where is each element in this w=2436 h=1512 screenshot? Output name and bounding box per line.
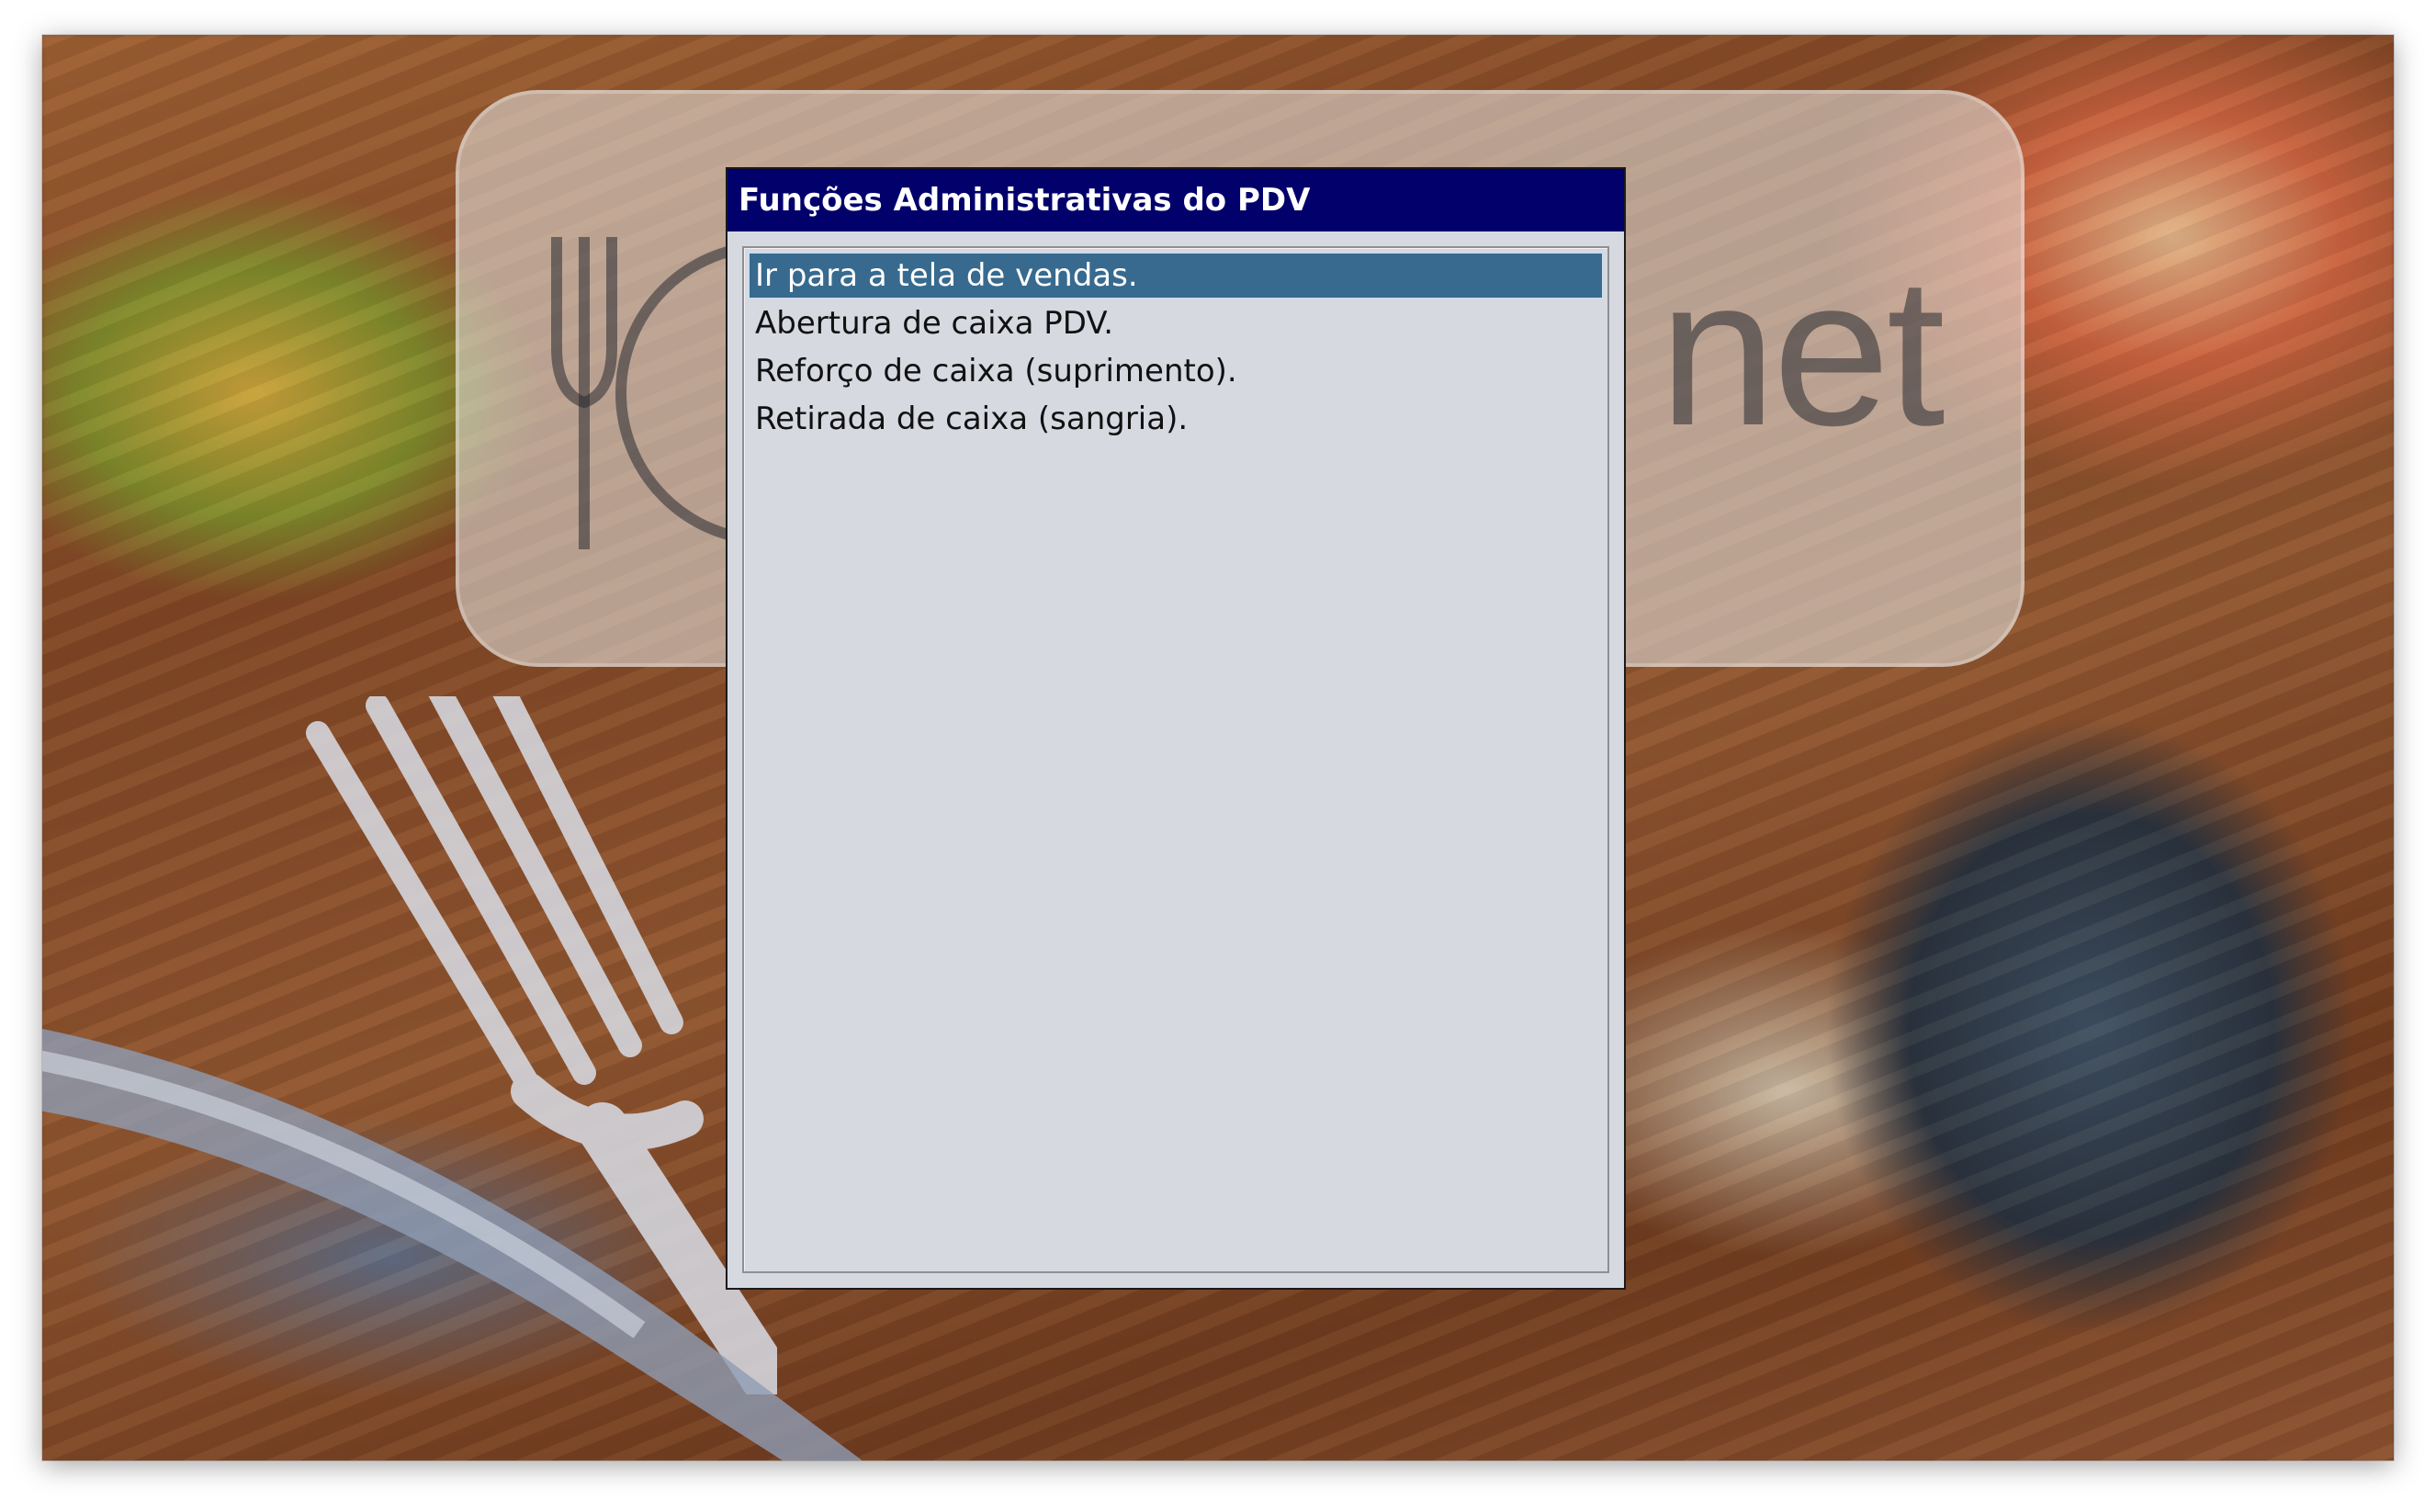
admin-functions-dialog: Funções Administrativas do PDV Ir para a…	[726, 167, 1626, 1290]
menu-item-open-cashier[interactable]: Abertura de caixa PDV.	[748, 299, 1604, 347]
options-list[interactable]: Ir para a tela de vendas. Abertura de ca…	[742, 246, 1609, 1273]
dialog-title: Funções Administrativas do PDV	[727, 169, 1624, 231]
menu-item-go-to-sales[interactable]: Ir para a tela de vendas.	[748, 252, 1604, 299]
logo-text: net	[1659, 233, 1945, 469]
menu-item-cash-reinforcement[interactable]: Reforço de caixa (suprimento).	[748, 347, 1604, 395]
menu-item-cash-withdrawal[interactable]: Retirada de caixa (sangria).	[748, 395, 1604, 443]
